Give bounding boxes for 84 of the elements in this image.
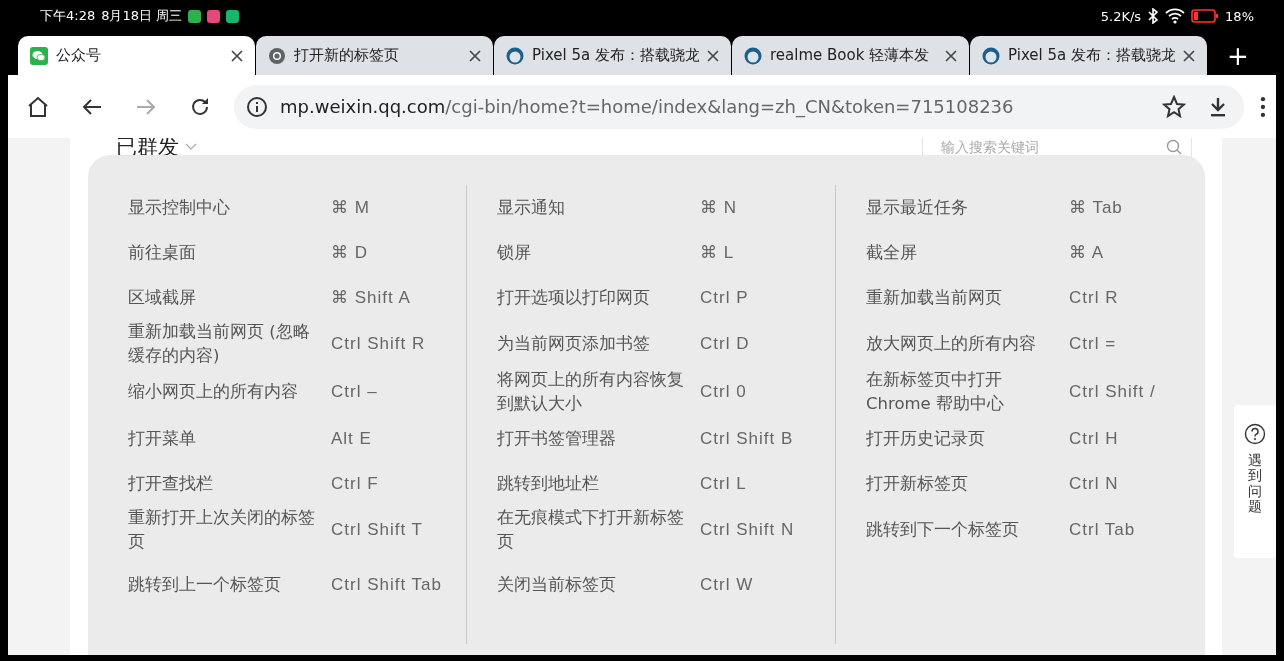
shortcut-keys: Ctrl P [700, 287, 835, 308]
browser-tab[interactable]: 公众号 [18, 36, 255, 75]
search-icon [1166, 139, 1182, 155]
browser-tab[interactable]: Pixel 5a 发布：搭载骁龙 [494, 36, 731, 75]
shortcut-keys: Ctrl Shift Tab [331, 575, 466, 595]
network-speed: 5.2K/s [1100, 8, 1142, 24]
shortcut-action: 为当前网页添加书签 [497, 333, 651, 355]
shortcut-action: 打开历史记录页 [866, 427, 986, 450]
shortcut-action: 在新标签页中打开 Chrome 帮助中心 [866, 369, 1005, 415]
address-bar[interactable]: mp.weixin.qq.com/cgi-bin/home?t=home/index&lang=zh_CN&token=715108236 [234, 84, 1245, 129]
shortcut-action: 显示控制中心 [128, 196, 231, 219]
status-time: 下午4:28 [40, 7, 96, 25]
shortcut-keys: Ctrl F [331, 473, 466, 494]
shortcut-keys: Ctrl Shift R [331, 334, 466, 354]
shortcut-keys: Ctrl Shift T [331, 520, 466, 540]
browser-tab[interactable]: 打开新的标签页 [256, 36, 493, 75]
shortcut-keys: Ctrl L [700, 473, 835, 494]
tab-title: 公众号 [56, 46, 102, 65]
shortcut-action: 放大网页上的所有内容 [866, 333, 1037, 355]
close-icon[interactable] [1183, 49, 1195, 62]
shortcut-keys: ⌘ L [700, 242, 835, 263]
shortcut-action: 显示通知 [497, 196, 566, 219]
battery-icon [1191, 9, 1220, 23]
shortcut-keys: Ctrl Shift / [1069, 382, 1165, 402]
close-icon[interactable] [231, 49, 243, 62]
shortcut-keys: Ctrl D [700, 334, 835, 354]
shortcut-action: 重新加载当前网页 [866, 286, 1003, 309]
shortcut-keys: Ctrl 0 [700, 382, 835, 402]
close-icon[interactable] [707, 49, 719, 62]
help-widget[interactable]: 遇到问题 [1234, 405, 1276, 558]
tab-title: Pixel 5a 发布：搭载骁龙 [532, 46, 699, 65]
chat-bubbles-icon [30, 46, 48, 65]
status-date: 8月18日 周三 [101, 7, 183, 25]
shortcut-action: 跳转到下一个标签页 [866, 519, 1020, 541]
close-icon[interactable] [945, 49, 957, 62]
shortcut-action: 打开新标签页 [866, 472, 969, 495]
shortcut-keys: ⌘ Tab [1069, 197, 1165, 218]
shortcut-keys: Ctrl Tab [1069, 520, 1165, 540]
shortcut-action: 打开选项以打印网页 [497, 286, 651, 309]
question-icon [1244, 423, 1266, 445]
shortcut-action: 前往桌面 [128, 241, 197, 264]
shortcut-keys: Ctrl W [700, 575, 835, 595]
home-icon[interactable] [26, 94, 50, 119]
shortcut-keys: Ctrl R [1069, 287, 1165, 308]
shortcut-keys: Ctrl Shift B [700, 428, 835, 449]
shortcut-action: 跳转到上一个标签页 [128, 574, 282, 596]
shortcut-action: 重新加载当前网页 (忽略缓存的内容) [128, 321, 311, 367]
browser-tab[interactable]: Pixel 5a 发布：搭载骁龙 [970, 36, 1207, 75]
info-icon [246, 95, 268, 118]
shortcut-keys: Ctrl Shift N [700, 520, 835, 540]
shortcut-keys: Alt E [331, 428, 466, 449]
tab-title: 打开新的标签页 [294, 46, 400, 65]
shortcut-action: 显示最近任务 [866, 196, 969, 219]
battery-percent: 18% [1225, 8, 1254, 24]
tab-title: Pixel 5a 发布：搭载骁龙 [1008, 46, 1175, 65]
bluetooth-icon [1147, 8, 1160, 24]
shortcut-action: 打开查找栏 [128, 472, 214, 495]
shortcut-action: 将网页上的所有内容恢复到默认大小 [497, 369, 685, 415]
close-icon[interactable] [469, 49, 481, 62]
shortcut-keys: ⌘ D [331, 242, 466, 263]
shortcut-action: 重新打开上次关闭的标签页 [128, 507, 316, 553]
shortcut-keys: Ctrl H [1069, 428, 1165, 449]
shortcut-keys: ⌘ A [1069, 242, 1165, 263]
shortcut-action: 锁屏 [497, 241, 532, 264]
shortcut-keys: ⌘ N [700, 197, 835, 218]
shortcut-keys: Ctrl = [1069, 334, 1165, 354]
shortcut-action: 截全屏 [866, 241, 918, 264]
new-tab-button[interactable]: + [1208, 36, 1268, 75]
browser-tab[interactable]: realme Book 轻薄本发 [732, 36, 969, 75]
shortcut-keys: ⌘ M [331, 197, 466, 218]
browser-logo-icon [268, 46, 286, 65]
shortcut-action: 打开书签管理器 [497, 427, 617, 450]
more-menu-icon[interactable] [1260, 95, 1266, 118]
shortcut-keys: Ctrl – [331, 382, 466, 402]
shortcut-keys: Ctrl N [1069, 473, 1165, 494]
shortcut-keys: ⌘ Shift A [331, 287, 466, 308]
shortcut-action: 跳转到地址栏 [497, 472, 600, 495]
shortcut-action: 在无痕模式下打开新标签页 [497, 507, 685, 553]
shortcut-action: 关闭当前标签页 [497, 574, 617, 596]
tab-title: realme Book 轻薄本发 [770, 46, 931, 65]
wifi-icon [1165, 8, 1186, 24]
shortcut-action: 缩小网页上的所有内容 [128, 381, 299, 403]
shortcut-action: 区域截屏 [128, 286, 197, 309]
shortcut-action: 打开菜单 [128, 427, 197, 450]
